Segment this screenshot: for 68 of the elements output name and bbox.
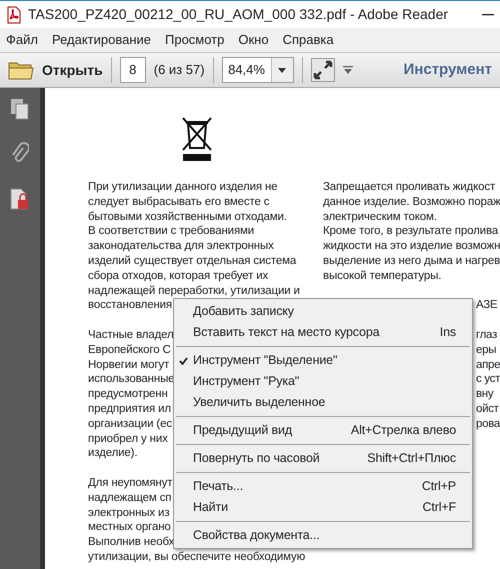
page-count: (6 из 57) <box>154 61 205 80</box>
menu-item[interactable]: Инструмент "Рука" <box>174 371 472 392</box>
text-line: надлежащем сп <box>88 490 172 506</box>
text-line: восстановления <box>88 298 172 314</box>
window-title: TAS200_PZ420_00212_00_RU_AOM_000 332.pdf - Adobe Reader <box>28 5 448 24</box>
text-line: утилизации, вы обеспечите необходимую <box>88 550 306 565</box>
pages-icon[interactable] <box>10 98 30 120</box>
text-line: высокой температуры. <box>323 268 442 284</box>
menu-item[interactable]: Вставить текст на место курсора Ins <box>174 322 472 343</box>
menu-item[interactable]: Найти Ctrl+F <box>174 497 472 518</box>
menu-item[interactable]: Редактирование <box>52 30 151 50</box>
text-line: приобрел у них <box>88 432 168 446</box>
text-line: законодательства для электронных <box>88 239 274 254</box>
text-line: выделение из него дыма и нагрев <box>323 254 500 269</box>
menu-item[interactable]: Повернуть по часовой Shift+Ctrl+Плюс <box>174 448 472 469</box>
menu-item[interactable]: Просмотр <box>165 30 224 50</box>
text-line: бытовыми хозяйственными отходами. <box>88 210 287 224</box>
text-line: организации (ес <box>88 416 172 432</box>
menu-item[interactable]: Печать... Ctrl+P <box>174 476 472 497</box>
text-line: изделие). <box>88 446 138 462</box>
text-line: Кроме того, в результате пролива <box>323 224 498 240</box>
text-line: местных органо <box>88 520 171 536</box>
tools-link[interactable]: Инструмент <box>404 58 492 82</box>
menu-item[interactable]: Увеличить выделенное <box>174 392 472 413</box>
menu-item[interactable]: Инструмент "Выделение" <box>174 350 472 371</box>
menu-item[interactable]: Файл <box>6 30 38 50</box>
minimize-icon[interactable] <box>482 12 494 16</box>
text-line: Запрещается проливать жидкост <box>323 180 496 195</box>
menu-item[interactable]: Свойства документа... <box>174 525 472 546</box>
menu-item[interactable]: Справка <box>282 30 334 50</box>
text-line: следует выбрасывать его вместе с <box>88 194 270 210</box>
text-line: В соответствии с требованиями <box>88 224 254 240</box>
text-line: АЗЕ <box>476 298 498 314</box>
secured-document-icon[interactable] <box>10 188 30 212</box>
text-line: жидкости на это изделие возможн <box>323 239 500 254</box>
checkmark-icon <box>179 356 188 364</box>
text-line: предприятия ил <box>88 402 171 417</box>
menu-item[interactable]: Окно <box>238 30 269 50</box>
text-line: электрическим током. <box>323 210 437 224</box>
text-line: с уст <box>476 372 500 388</box>
text-line: Норвегии могут <box>88 358 170 372</box>
text-line: глаз <box>476 328 497 343</box>
text-line: надлежащей переработки, утилизации и <box>88 284 300 298</box>
menu-item[interactable]: Добавить записку <box>174 301 472 322</box>
pdf-file-icon <box>6 6 22 24</box>
text-line: При утилизации данного изделия не <box>88 180 278 195</box>
text-line: вну <box>476 387 494 402</box>
text-line: Выполнив необх <box>88 535 174 550</box>
text-line: Для неупомянут <box>88 476 172 491</box>
open-button[interactable]: Открыть <box>42 60 103 80</box>
text-line: Частные владел <box>88 328 174 343</box>
toolbar-options-icon[interactable] <box>342 66 353 74</box>
text-line: Европейского С <box>88 342 171 358</box>
text-line: ойст <box>476 402 499 417</box>
recycle-bin-crossed-icon <box>180 116 214 162</box>
text-line: использованные <box>88 372 174 388</box>
zoom-field[interactable]: 84,4% <box>222 57 294 83</box>
text-line: еры <box>476 342 496 358</box>
menu-item[interactable]: Предыдущий вид Alt+Стрелка влево <box>174 420 472 441</box>
text-line: предусмотренн <box>88 387 168 402</box>
text-line: изделий существует отдельная система <box>88 254 296 269</box>
page-number-field[interactable]: 8 <box>120 57 146 83</box>
text-line: сбора отходов, которая требует их <box>88 268 268 284</box>
text-line: рова <box>476 416 500 432</box>
text-line: электронных из <box>88 506 170 520</box>
caret-icon[interactable] <box>278 68 286 72</box>
fullscreen-icon[interactable] <box>310 58 335 82</box>
text-line: апре <box>476 358 500 372</box>
